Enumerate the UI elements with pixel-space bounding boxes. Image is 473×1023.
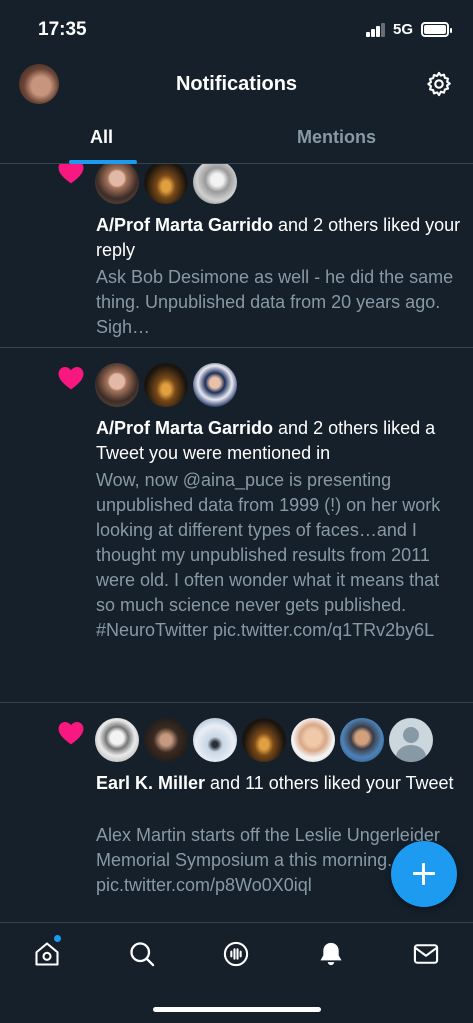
heart-icon [58,721,84,745]
avatar[interactable] [144,363,188,407]
notification-item[interactable]: A/Prof Marta Garrido and 2 others liked … [0,348,473,703]
notification-headline: Earl K. Miller and 11 others liked your … [96,771,461,796]
notification-tabs: All Mentions [0,120,473,164]
actor-name[interactable]: A/Prof Marta Garrido [96,418,273,438]
unread-dot [54,935,61,942]
actor-name[interactable]: A/Prof Marta Garrido [96,215,273,235]
signal-icon [366,23,386,37]
action-text: and 11 others liked your Tweet [205,773,454,793]
liker-avatars [95,718,433,762]
avatar[interactable] [95,718,139,762]
avatar[interactable] [291,718,335,762]
compose-button[interactable] [391,841,457,907]
notification-item[interactable]: A/Prof Marta Garrido and 2 others liked … [0,164,473,348]
notification-body: Ask Bob Desimone as well - he did the sa… [96,267,454,337]
avatar[interactable] [193,363,237,407]
status-bar: 17:35 5G [0,0,473,60]
avatar[interactable] [193,164,237,204]
actor-name[interactable]: Earl K. Miller [96,773,205,793]
liker-avatars [95,363,237,407]
mail-icon[interactable] [412,940,440,968]
gear-icon[interactable] [425,70,453,98]
liker-avatars [95,164,237,204]
notification-body: Wow, now @aina_puce is presenting unpubl… [96,470,441,640]
bottom-nav [0,922,473,1023]
home-indicator [153,1007,321,1012]
search-icon[interactable] [128,940,156,968]
heart-icon [58,164,84,184]
heart-icon [58,366,84,390]
battery-icon [421,22,452,37]
tab-mentions[interactable]: Mentions [297,127,376,148]
avatar[interactable] [95,363,139,407]
avatar[interactable] [144,164,188,204]
avatar[interactable] [193,718,237,762]
spaces-icon[interactable] [222,940,250,968]
notification-feed[interactable]: A/Prof Marta Garrido and 2 others liked … [0,164,473,922]
network-label: 5G [393,21,414,38]
tab-all[interactable]: All [90,127,113,148]
status-time: 17:35 [38,19,87,40]
default-avatar[interactable] [389,718,433,762]
page-title: Notifications [175,73,298,95]
avatar[interactable] [95,164,139,204]
home-icon[interactable] [33,940,61,968]
avatar[interactable] [340,718,384,762]
bell-icon[interactable] [317,940,345,968]
avatar[interactable] [144,718,188,762]
notification-headline: A/Prof Marta Garrido and 2 others liked … [96,416,461,466]
notification-headline: A/Prof Marta Garrido and 2 others liked … [96,213,461,263]
avatar[interactable] [242,718,286,762]
